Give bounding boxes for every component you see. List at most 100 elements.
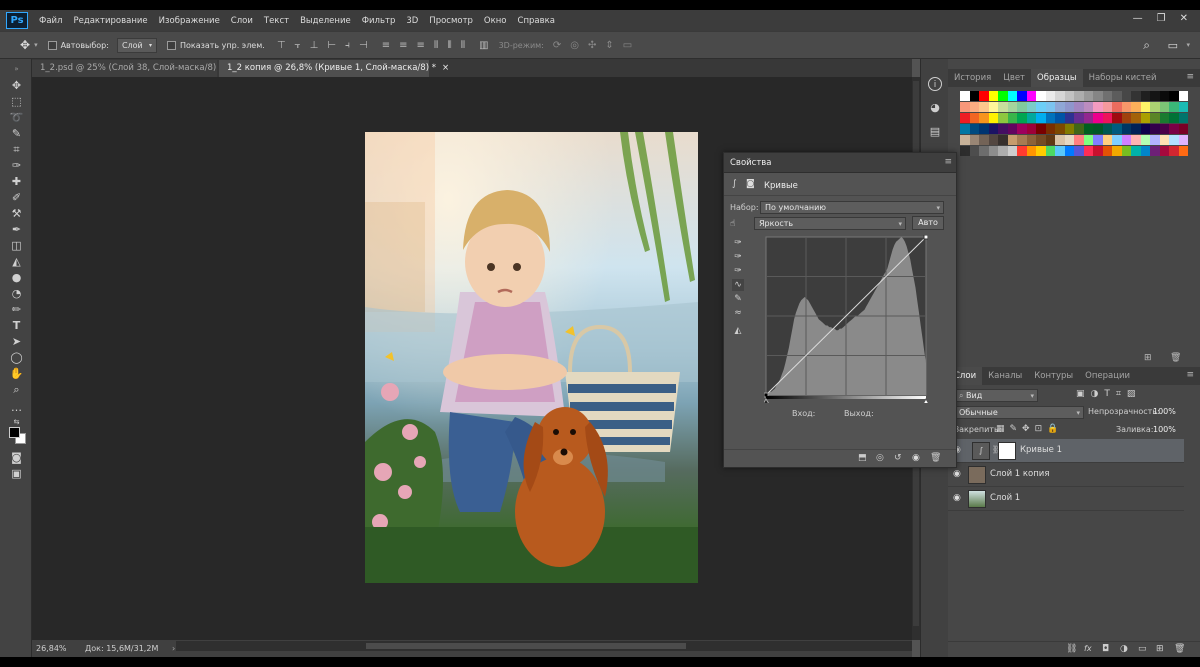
color-swatch[interactable] (1064, 102, 1074, 112)
color-swatch[interactable] (1150, 91, 1160, 101)
distribute-vcenter-icon[interactable]: ≡ (399, 40, 407, 51)
color-swatch[interactable] (960, 124, 970, 134)
menu-window[interactable]: Окно (484, 16, 507, 26)
color-swatch[interactable] (988, 135, 998, 145)
color-swatch[interactable] (1055, 102, 1065, 112)
distribute-bottom-icon[interactable]: ≡ (417, 40, 425, 51)
info-icon[interactable]: i (928, 77, 942, 91)
color-swatch[interactable] (1036, 146, 1046, 156)
libraries-icon[interactable]: ▤ (928, 125, 942, 139)
color-swatch[interactable] (1064, 113, 1074, 123)
more-tools-icon[interactable]: … (9, 401, 24, 415)
color-swatch[interactable] (1083, 146, 1093, 156)
color-swatch[interactable] (998, 113, 1008, 123)
color-swatch[interactable] (1178, 124, 1188, 134)
color-swatch[interactable] (969, 91, 979, 101)
color-swatch[interactable] (1178, 146, 1188, 156)
color-swatch[interactable] (1055, 124, 1065, 134)
color-swatch[interactable] (969, 113, 979, 123)
color-swatch[interactable] (1083, 135, 1093, 145)
color-swatch[interactable] (1036, 113, 1046, 123)
color-swatch[interactable] (969, 146, 979, 156)
zoom-tool-icon[interactable]: ⌕ (9, 383, 24, 397)
color-swatch[interactable] (1102, 124, 1112, 134)
workspace-icon[interactable]: ▭ (1168, 39, 1178, 52)
color-swatch[interactable] (988, 113, 998, 123)
color-swatch[interactable] (1159, 91, 1169, 101)
color-swatch[interactable] (1093, 124, 1103, 134)
color-swatch[interactable] (1017, 135, 1027, 145)
color-swatch[interactable] (998, 135, 1008, 145)
delete-layer-icon[interactable]: 🗑 (1174, 644, 1185, 654)
color-swatch[interactable] (1093, 91, 1103, 101)
eye-icon[interactable]: ◉ (912, 453, 920, 463)
color-swatch[interactable] (1102, 102, 1112, 112)
horizontal-scrollbar[interactable] (176, 641, 912, 651)
color-swatch[interactable] (1055, 146, 1065, 156)
opacity-value[interactable]: 100% (1153, 407, 1176, 416)
lock-icons[interactable]: ▦✎✥⊡🔒 (996, 424, 1063, 434)
tool-preset-chevron-icon[interactable]: ▾ (34, 41, 38, 49)
color-swatch[interactable] (1169, 146, 1179, 156)
paint-bucket-tool-icon[interactable]: ◭ (9, 255, 24, 269)
color-swatch[interactable] (998, 91, 1008, 101)
status-menu-icon[interactable]: › (172, 640, 175, 657)
color-swatch[interactable] (1036, 124, 1046, 134)
target-adjust-icon[interactable]: ☝ (730, 219, 735, 229)
color-swatch[interactable] (1112, 113, 1122, 123)
color-swatch[interactable] (1169, 135, 1179, 145)
color-swatch[interactable] (1159, 124, 1169, 134)
color-swatch[interactable] (1045, 91, 1055, 101)
layer-filter-icons[interactable]: ▣◑T⌗▨ (1076, 389, 1141, 399)
color-swatch[interactable] (1055, 113, 1065, 123)
color-swatch[interactable] (1150, 113, 1160, 123)
color-swatch[interactable] (1112, 146, 1122, 156)
distribute-right-icon[interactable]: ⦀ (461, 40, 465, 51)
color-swatch[interactable] (1045, 113, 1055, 123)
fx-icon[interactable]: fx (1084, 644, 1092, 653)
eyedropper-gray-icon[interactable]: ✑ (732, 251, 744, 263)
color-swatch[interactable] (969, 102, 979, 112)
color-swatch[interactable] (1026, 113, 1036, 123)
tab-color[interactable]: Цвет (997, 69, 1031, 87)
blur-tool-icon[interactable]: ● (9, 271, 24, 285)
show-controls-checkbox[interactable] (166, 40, 176, 50)
color-swatch[interactable] (988, 91, 998, 101)
minimize-button[interactable]: — (1133, 13, 1143, 24)
color-swatch[interactable] (1112, 135, 1122, 145)
color-swatch[interactable] (1159, 102, 1169, 112)
color-swatch[interactable] (1045, 135, 1055, 145)
channel-dropdown[interactable]: Яркость ▾ (754, 217, 906, 230)
fill-value[interactable]: 100% (1153, 425, 1176, 434)
color-swatch[interactable] (1159, 135, 1169, 145)
new-layer-icon[interactable]: ⊞ (1156, 644, 1164, 654)
properties-header[interactable]: Свойства ≡ (724, 153, 956, 173)
color-swatch[interactable] (1131, 113, 1141, 123)
color-swatch[interactable] (1169, 102, 1179, 112)
preset-dropdown[interactable]: По умолчанию ▾ (760, 201, 944, 214)
color-swatch[interactable] (1007, 102, 1017, 112)
color-swatch[interactable] (1017, 113, 1027, 123)
color-swatch[interactable] (998, 146, 1008, 156)
color-swatch[interactable] (1131, 102, 1141, 112)
layer-mask-thumbnail[interactable] (998, 442, 1016, 460)
new-group-icon[interactable]: ▭ (1138, 644, 1147, 654)
auto-button[interactable]: Авто (912, 216, 944, 230)
color-swatch[interactable] (1121, 113, 1131, 123)
restore-button[interactable]: ❐ (1157, 13, 1166, 24)
color-swatch[interactable] (1102, 113, 1112, 123)
align-right-icon[interactable]: ⊣ (359, 40, 368, 51)
color-swatch[interactable] (1178, 113, 1188, 123)
eyedropper-white-icon[interactable]: ✑ (732, 265, 744, 277)
color-swatch[interactable] (1045, 102, 1055, 112)
lasso-tool-icon[interactable]: ➰ (9, 111, 24, 125)
tab-history[interactable]: История (948, 69, 997, 87)
tab-actions[interactable]: Операции (1079, 367, 1136, 385)
menu-edit[interactable]: Редактирование (73, 16, 147, 26)
close-tab-icon[interactable]: × (442, 63, 449, 73)
color-swatch[interactable] (1055, 91, 1065, 101)
layer-row[interactable]: ◉ Слой 1 копия (948, 463, 1184, 487)
scroll-thumb[interactable] (366, 643, 686, 649)
color-swatch[interactable] (1150, 135, 1160, 145)
mask-icon[interactable]: ◙ (746, 179, 755, 189)
